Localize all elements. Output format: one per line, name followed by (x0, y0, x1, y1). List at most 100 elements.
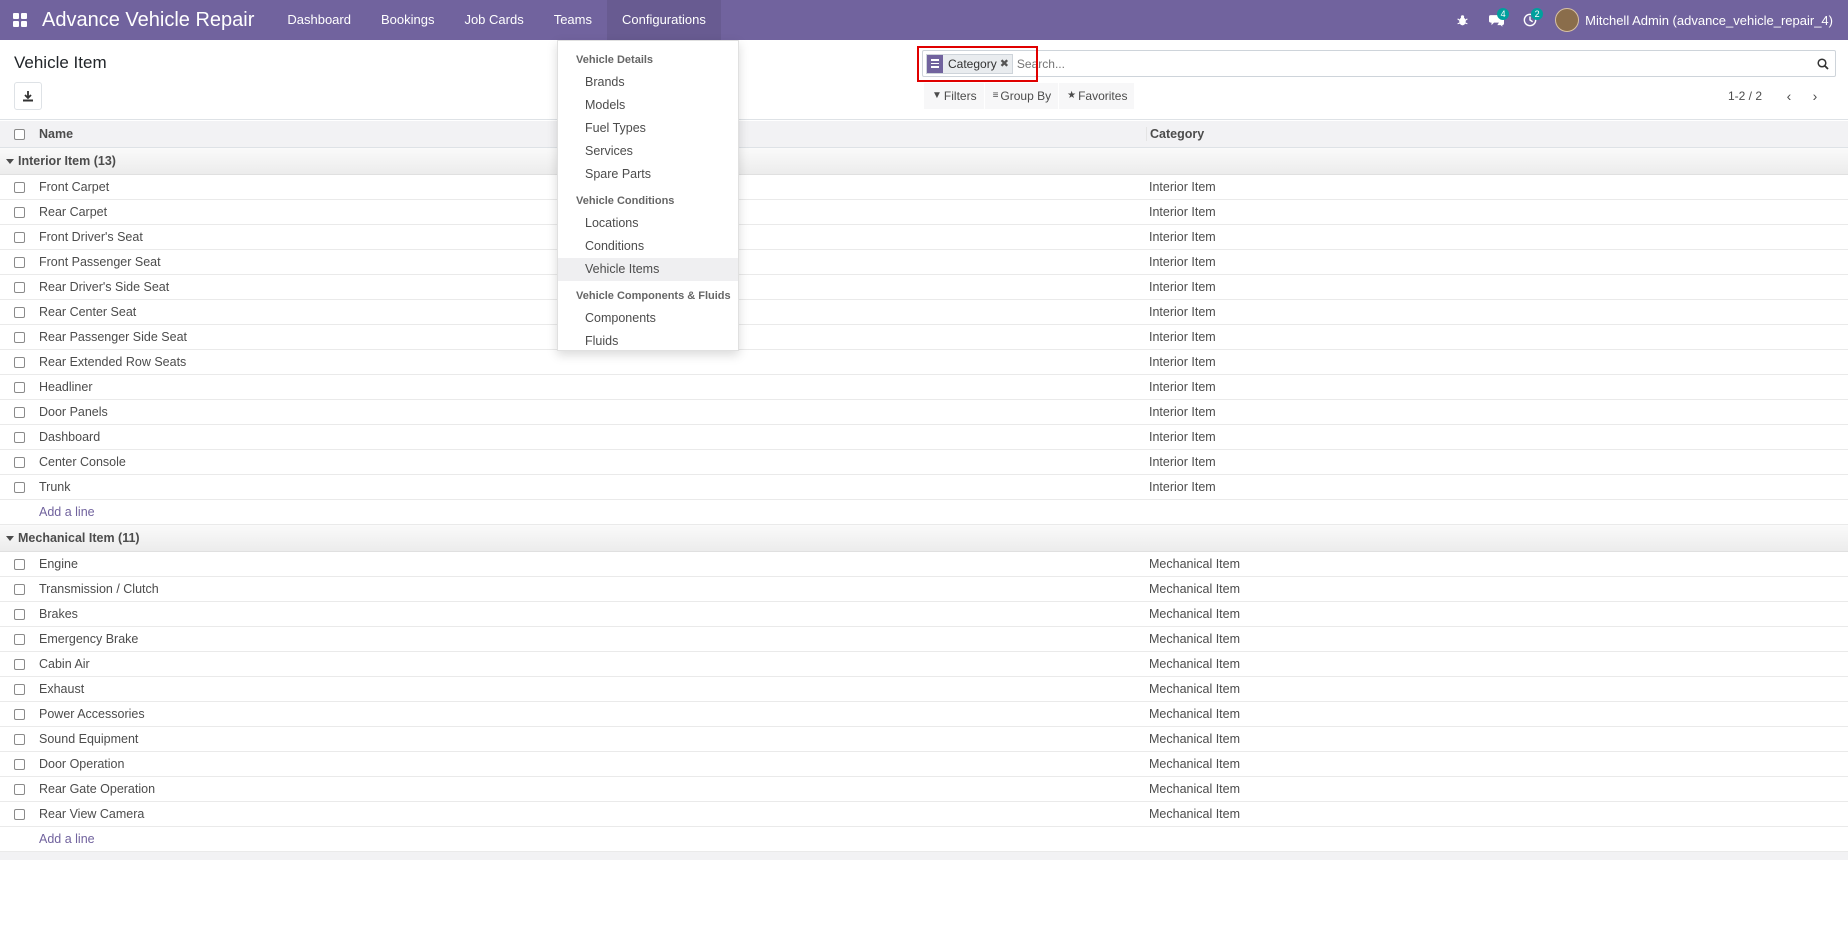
row-checkbox[interactable] (13, 331, 25, 343)
pager-value[interactable]: 1-2 / 2 (1728, 89, 1762, 103)
dropdown-item-services[interactable]: Services (558, 140, 738, 163)
table-row[interactable]: Exhaust Mechanical Item (0, 677, 1848, 702)
row-checkbox[interactable] (13, 281, 25, 293)
group-by-bars-icon: ≡ (992, 90, 999, 101)
cell-category: Interior Item (1149, 280, 1216, 294)
user-name: Mitchell Admin (advance_vehicle_repair_4… (1585, 12, 1833, 28)
table-row[interactable]: Brakes Mechanical Item (0, 602, 1848, 627)
menu-bookings[interactable]: Bookings (366, 0, 449, 40)
table-row[interactable]: Trunk Interior Item (0, 475, 1848, 500)
table-row[interactable]: Rear Center Seat Interior Item (0, 300, 1848, 325)
row-checkbox[interactable] (13, 256, 25, 268)
group-by-button[interactable]: ≡ Group By (984, 83, 1059, 109)
row-checkbox[interactable] (13, 683, 25, 695)
cell-category: Mechanical Item (1149, 732, 1241, 746)
table-row[interactable]: Rear Extended Row Seats Interior Item (0, 350, 1848, 375)
menu-dashboard[interactable]: Dashboard (272, 0, 366, 40)
debug-bug-icon[interactable] (1445, 0, 1479, 40)
table-row[interactable]: Transmission / Clutch Mechanical Item (0, 577, 1848, 602)
dropdown-item-locations[interactable]: Locations (558, 212, 738, 235)
row-checkbox[interactable] (13, 733, 25, 745)
table-row[interactable]: Rear Carpet Interior Item (0, 200, 1848, 225)
table-row[interactable]: Engine Mechanical Item (0, 552, 1848, 577)
menu-job-cards[interactable]: Job Cards (449, 0, 538, 40)
row-checkbox[interactable] (13, 306, 25, 318)
user-menu[interactable]: Mitchell Admin (advance_vehicle_repair_4… (1547, 8, 1848, 32)
dropdown-item-spare-parts[interactable]: Spare Parts (558, 163, 738, 186)
cell-category: Mechanical Item (1149, 757, 1241, 771)
table-row[interactable]: Emergency Brake Mechanical Item (0, 627, 1848, 652)
row-checkbox[interactable] (13, 481, 25, 493)
table-row[interactable]: Cabin Air Mechanical Item (0, 652, 1848, 677)
cell-name: Engine (39, 557, 78, 571)
cell-category: Interior Item (1149, 430, 1216, 444)
row-checkbox[interactable] (13, 381, 25, 393)
table-row[interactable]: Center Console Interior Item (0, 450, 1848, 475)
dropdown-item-components[interactable]: Components (558, 307, 738, 330)
row-checkbox[interactable] (13, 206, 25, 218)
table-row[interactable]: Front Driver's Seat Interior Item (0, 225, 1848, 250)
pager-previous-icon[interactable]: ‹ (1776, 88, 1802, 104)
table-row[interactable]: Dashboard Interior Item (0, 425, 1848, 450)
favorites-button[interactable]: ★ Favorites (1059, 83, 1135, 109)
table-row[interactable]: Door Operation Mechanical Item (0, 752, 1848, 777)
apps-menu-icon[interactable] (0, 0, 40, 40)
search-icon[interactable] (1811, 51, 1835, 76)
table-row[interactable]: Power Accessories Mechanical Item (0, 702, 1848, 727)
dropdown-item-models[interactable]: Models (558, 94, 738, 117)
row-checkbox[interactable] (13, 783, 25, 795)
row-checkbox[interactable] (13, 231, 25, 243)
activities-clock-icon[interactable]: 2 (1513, 0, 1547, 40)
dropdown-item-conditions[interactable]: Conditions (558, 235, 738, 258)
row-checkbox[interactable] (13, 658, 25, 670)
app-brand[interactable]: Advance Vehicle Repair (42, 9, 254, 32)
pager-next-icon[interactable]: › (1802, 88, 1828, 104)
select-all-checkbox[interactable] (13, 128, 25, 140)
group-row[interactable]: Interior Item (13) (0, 148, 1848, 175)
search-input[interactable] (1016, 56, 1811, 71)
row-checkbox[interactable] (13, 558, 25, 570)
table-row[interactable]: Rear Passenger Side Seat Interior Item (0, 325, 1848, 350)
cell-category: Interior Item (1149, 205, 1216, 219)
row-checkbox[interactable] (13, 181, 25, 193)
row-checkbox[interactable] (13, 758, 25, 770)
filter-funnel-icon: ▼ (932, 90, 942, 101)
dropdown-section-header: Vehicle Details (576, 54, 654, 66)
table-row[interactable]: Front Passenger Seat Interior Item (0, 250, 1848, 275)
export-download-button[interactable] (14, 82, 42, 110)
table-row[interactable]: Rear View Camera Mechanical Item (0, 802, 1848, 827)
column-header-category[interactable]: Category (1146, 127, 1846, 141)
row-checkbox[interactable] (13, 633, 25, 645)
table-row[interactable]: Sound Equipment Mechanical Item (0, 727, 1848, 752)
row-checkbox[interactable] (13, 356, 25, 368)
group-row[interactable]: Mechanical Item (11) (0, 525, 1848, 552)
filters-button[interactable]: ▼ Filters (924, 83, 984, 109)
row-checkbox[interactable] (13, 431, 25, 443)
menu-teams[interactable]: Teams (539, 0, 607, 40)
search-options: ▼ Filters ≡ Group By ★ Favorites (924, 83, 1135, 109)
table-row[interactable]: Headliner Interior Item (0, 375, 1848, 400)
cell-name: Door Panels (39, 405, 108, 419)
cell-name: Exhaust (39, 682, 85, 696)
table-row[interactable]: Rear Driver's Side Seat Interior Item (0, 275, 1848, 300)
download-icon (23, 91, 33, 102)
table-row[interactable]: Front Carpet Interior Item (0, 175, 1848, 200)
row-checkbox[interactable] (13, 583, 25, 595)
add-a-line-link[interactable]: Add a line (0, 827, 1848, 852)
favorites-star-icon: ★ (1067, 90, 1077, 101)
row-checkbox[interactable] (13, 406, 25, 418)
table-row[interactable]: Door Panels Interior Item (0, 400, 1848, 425)
row-checkbox[interactable] (13, 708, 25, 720)
row-checkbox[interactable] (13, 808, 25, 820)
group-label: Mechanical Item (11) (18, 531, 140, 545)
dropdown-item-fuel-types[interactable]: Fuel Types (558, 117, 738, 140)
menu-configurations[interactable]: Configurations (607, 0, 721, 40)
row-checkbox[interactable] (13, 456, 25, 468)
dropdown-item-fluids[interactable]: Fluids (558, 330, 738, 353)
dropdown-item-vehicle-items[interactable]: Vehicle Items (558, 258, 738, 281)
dropdown-item-brands[interactable]: Brands (558, 71, 738, 94)
table-row[interactable]: Rear Gate Operation Mechanical Item (0, 777, 1848, 802)
messages-chat-icon[interactable]: 4 (1479, 0, 1513, 40)
row-checkbox[interactable] (13, 608, 25, 620)
add-a-line-link[interactable]: Add a line (0, 500, 1848, 525)
